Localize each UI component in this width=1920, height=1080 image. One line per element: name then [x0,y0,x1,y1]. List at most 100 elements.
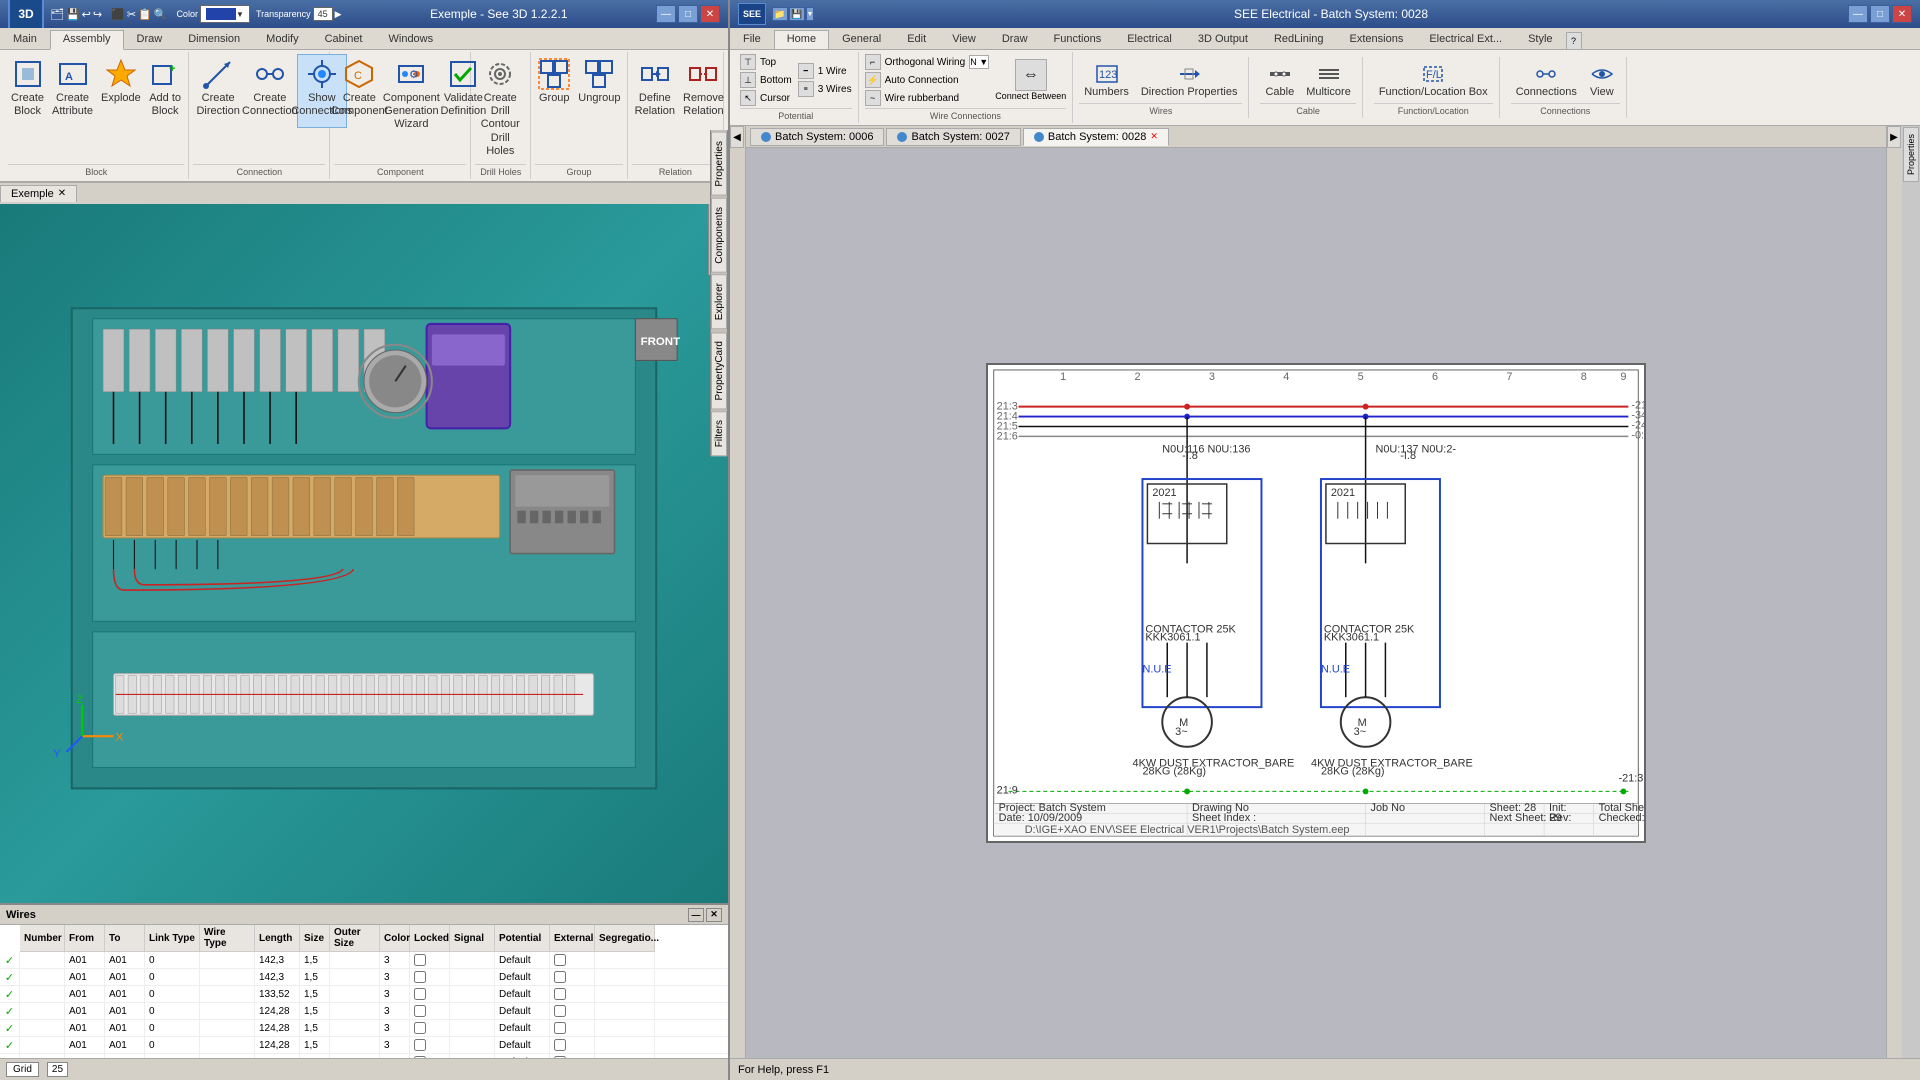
sheet-tab-0006[interactable]: Batch System: 0006 [750,128,884,146]
toolbar-icon3[interactable]: ↩ [82,8,91,21]
toolbar-icon8[interactable]: 🔍 [154,8,168,21]
right-toolbar-icon1[interactable]: 📁 [772,7,788,21]
help-icon[interactable]: ? [1566,32,1582,50]
grid-value[interactable]: 25 [47,1062,68,1077]
min-button[interactable]: — [656,5,676,23]
tab-modify[interactable]: Modify [253,30,311,49]
right-max[interactable]: □ [1870,5,1890,23]
tab-file[interactable]: File [730,30,774,49]
comp-gen-wizard-button[interactable]: ⚙ Component Generation Wizard [386,54,436,136]
toolbar-icon7[interactable]: 📋 [138,8,152,21]
sheet-tab-close[interactable]: ✕ [1150,131,1158,142]
right-min[interactable]: — [1848,5,1868,23]
tab-home[interactable]: Home [774,30,829,50]
numbers-button[interactable]: 123 Numbers [1079,59,1134,101]
filters-tab[interactable]: Filters [711,411,727,456]
group-button[interactable]: Group [535,54,573,128]
1wire-button[interactable]: ━ 1 Wire [798,63,852,79]
direction-properties-button[interactable]: Direction Properties [1136,59,1243,101]
sheet-tab-0027[interactable]: Batch System: 0027 [886,128,1020,146]
tab-style[interactable]: Style [1515,30,1565,49]
orth-dropdown[interactable]: N ▼ [969,55,989,69]
toolbar-icon6[interactable]: ✂ [127,8,136,21]
external-checkbox[interactable] [554,1039,566,1051]
multicore-button[interactable]: Multicore [1301,59,1356,101]
wire-table-min[interactable]: — [688,908,704,922]
tab-draw[interactable]: Draw [989,30,1041,49]
external-checkbox[interactable] [554,1005,566,1017]
toolbar-icon4[interactable]: ↪ [93,8,102,21]
create-block-button[interactable]: Create Block [8,54,47,128]
create-connection-button[interactable]: Create Connection [245,54,295,128]
locked-checkbox[interactable] [414,988,426,1000]
wire-rubberband-button[interactable]: ~ Wire rubberband [865,90,990,106]
tab-edit[interactable]: Edit [894,30,939,49]
tab-functions[interactable]: Functions [1041,30,1115,49]
ungroup-button[interactable]: Ungroup [575,54,623,128]
properties-tab[interactable]: Properties [711,132,727,196]
create-direction-button[interactable]: Create Direction [193,54,242,128]
nav-right[interactable]: ▶ [1887,126,1901,148]
color-dropdown[interactable]: ▼ [200,5,250,23]
locked-checkbox[interactable] [414,1039,426,1051]
transparency-input[interactable]: 45 [313,7,333,21]
locked-checkbox[interactable] [414,1022,426,1034]
cable-button[interactable]: Cable [1260,59,1299,101]
tab-electrical[interactable]: Electrical [1114,30,1185,49]
create-component-button[interactable]: C Create Component [334,54,384,128]
external-checkbox[interactable] [554,954,566,966]
remove-relation-button[interactable]: Remove Relation [680,54,727,128]
close-button[interactable]: ✕ [700,5,720,23]
components-tab[interactable]: Components [711,198,727,273]
tab-draw[interactable]: Draw [124,30,176,49]
explorer-tab[interactable]: Explorer [711,274,727,329]
tab-3doutput[interactable]: 3D Output [1185,30,1261,49]
bottom-button[interactable]: ⊥ Bottom [740,72,792,88]
func-loc-box-button[interactable]: F/L Function/Location Box [1374,59,1493,101]
tab-windows[interactable]: Windows [376,30,447,49]
properties-vert-tab[interactable]: Properties [1903,127,1919,182]
right-close[interactable]: ✕ [1892,5,1912,23]
define-relation-button[interactable]: Define Relation [632,54,678,128]
nav-left[interactable]: ◀ [730,126,744,148]
locked-checkbox[interactable] [414,954,426,966]
toolbar-icon2[interactable]: 💾 [66,8,80,21]
3wires-button[interactable]: ≡ 3 Wires [798,81,852,97]
tab-general[interactable]: General [829,30,894,49]
propertycard-tab[interactable]: PropertyCard [711,332,727,409]
right-toolbar-icon2[interactable]: 💾 [789,7,805,21]
toolbar-icon[interactable]: 🗂 [50,8,64,21]
auto-connection-button[interactable]: ⚡ Auto Connection [865,72,990,88]
locked-checkbox[interactable] [414,1005,426,1017]
grid-button[interactable]: Grid [6,1062,39,1077]
add-to-block-button[interactable]: + Add to Block [146,54,185,128]
toolbar-expand[interactable]: ▶ [335,9,342,20]
tab-view[interactable]: View [939,30,989,49]
3d-viewport[interactable]: FRONT X Z Y ⊕ ⊞ [0,204,728,903]
connect-between-button[interactable]: ⇔ Connect Between [995,59,1066,101]
external-checkbox[interactable] [554,1022,566,1034]
tab-elec-ext[interactable]: Electrical Ext... [1416,30,1515,49]
tab-main[interactable]: Main [0,30,50,49]
tab-dimension[interactable]: Dimension [175,30,253,49]
right-toolbar-expand[interactable]: ▼ [806,7,814,21]
tab-close-icon[interactable]: ✕ [58,188,66,199]
sheet-tab-0028[interactable]: Batch System: 0028 ✕ [1023,128,1169,146]
orthogonal-wiring-button[interactable]: ⌐ Orthogonal Wiring N ▼ [865,54,990,70]
external-checkbox[interactable] [554,971,566,983]
external-checkbox[interactable] [554,988,566,1000]
create-attribute-button[interactable]: A Create Attribute [49,54,96,128]
top-button[interactable]: ⊤ Top [740,54,792,70]
explode-button[interactable]: Explode [98,54,144,128]
cursor-button[interactable]: ↖ Cursor [740,90,792,106]
view-button[interactable]: View [1584,59,1620,101]
toolbar-icon5[interactable]: ⬛ [111,8,125,21]
tab-extensions[interactable]: Extensions [1337,30,1417,49]
wire-table-close[interactable]: ✕ [706,908,722,922]
connections-button[interactable]: Connections [1511,59,1582,101]
create-drill-button[interactable]: Create Drill Contour Drill Holes [475,54,525,162]
tab-cabinet[interactable]: Cabinet [312,30,376,49]
locked-checkbox[interactable] [414,971,426,983]
tab-assembly[interactable]: Assembly [50,30,124,50]
schematic-area[interactable]: 12 34 56 789 21:321:4 21:521:6 [746,148,1886,1058]
